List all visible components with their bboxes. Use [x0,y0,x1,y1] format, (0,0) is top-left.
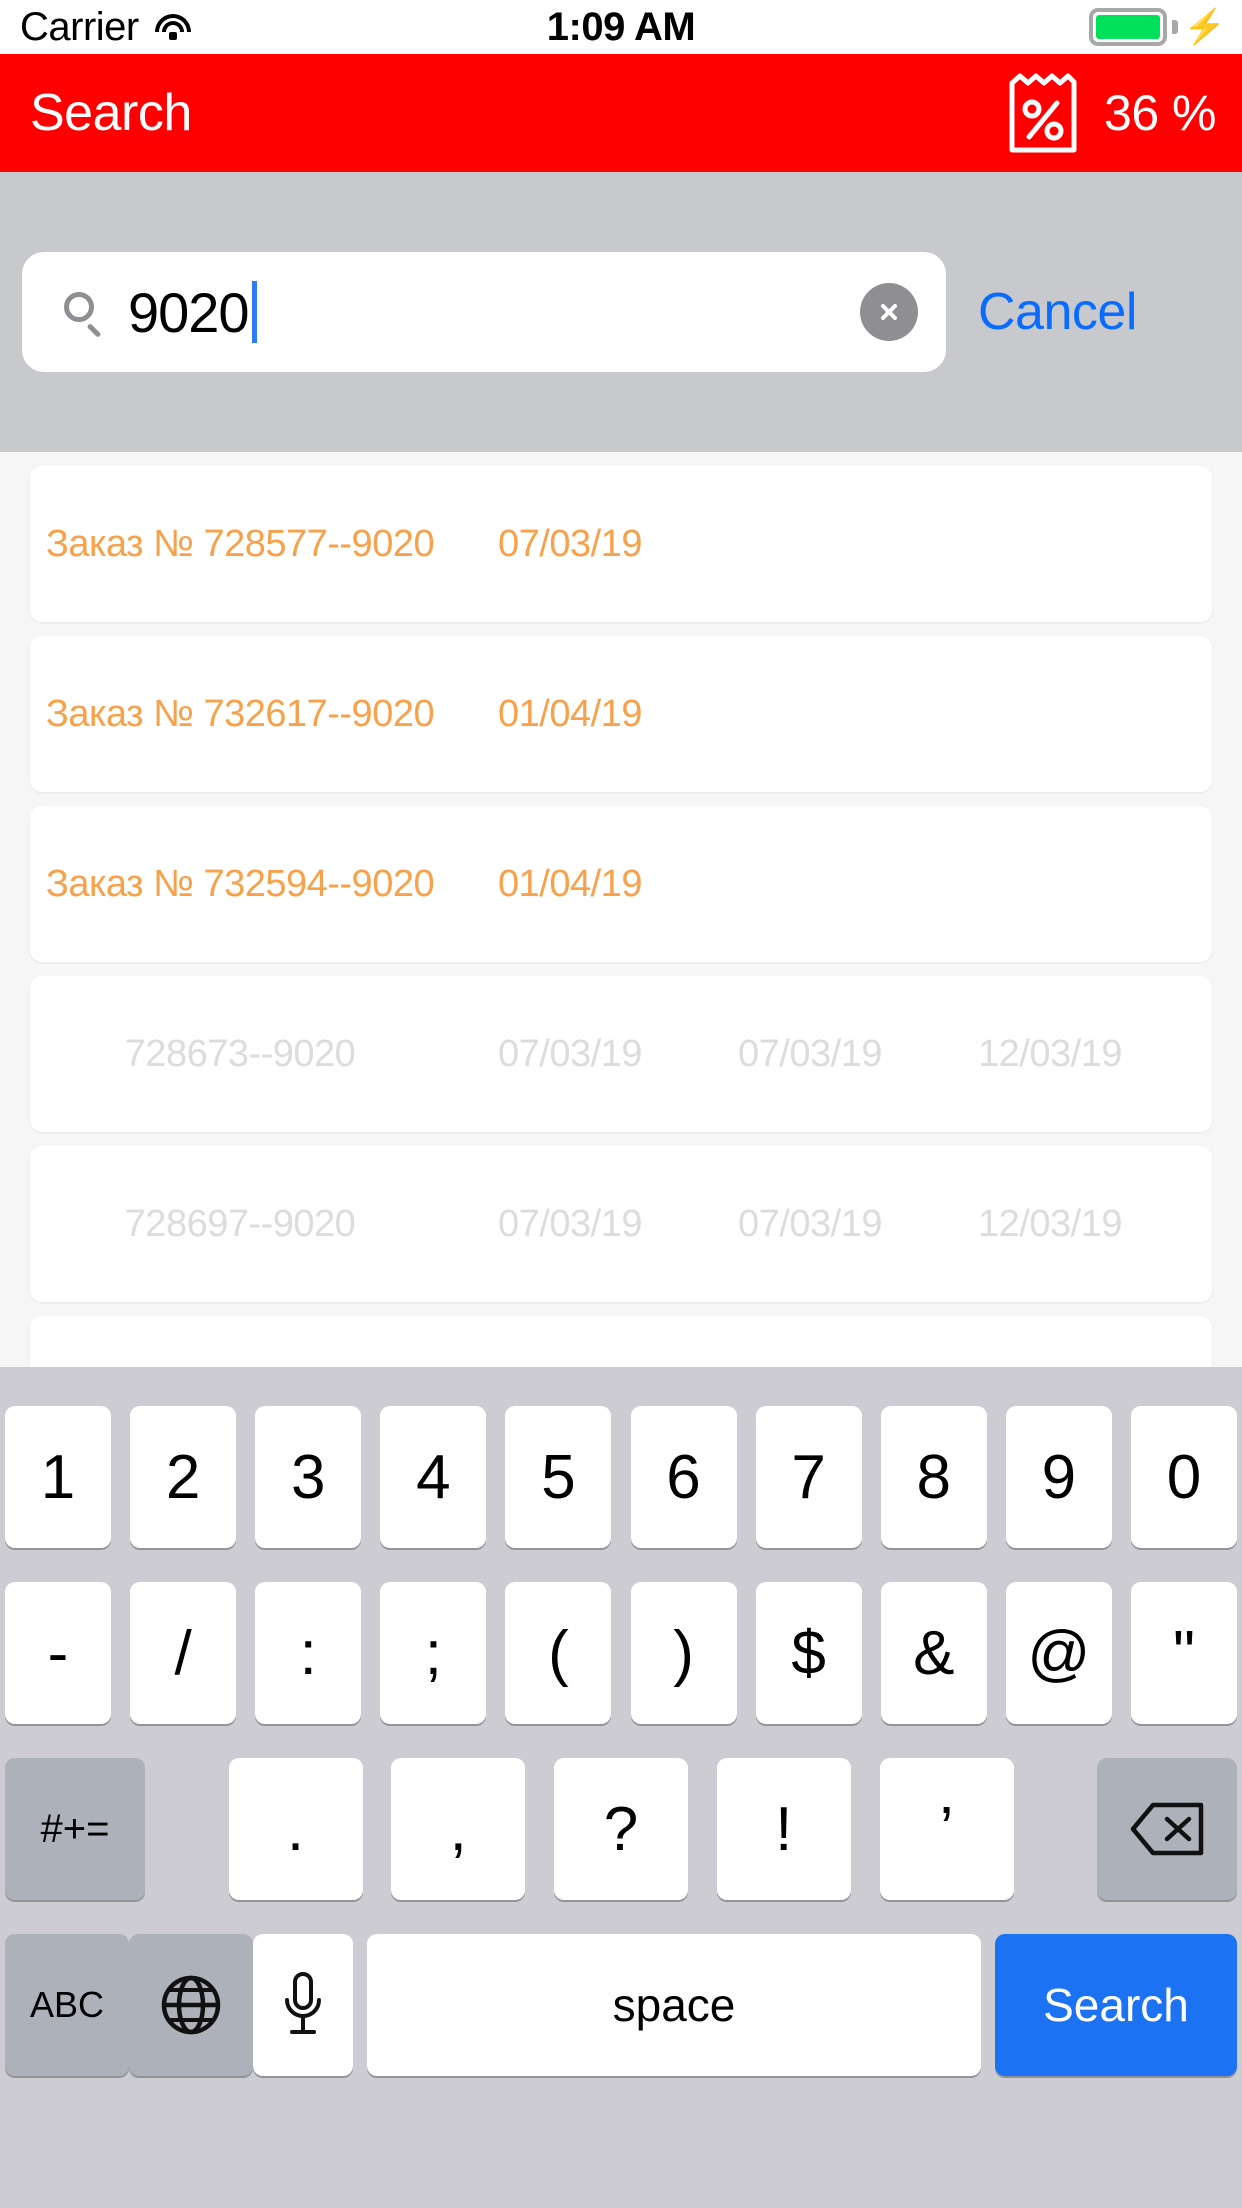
microphone-icon[interactable] [253,1934,353,2076]
key-5[interactable]: 5 [505,1406,612,1548]
key-dollar[interactable]: $ [755,1582,862,1724]
order-number: Заказ № 728577--9020 [45,523,435,565]
on-screen-keyboard[interactable]: 1 2 3 4 5 6 7 8 9 0 - / : ; ( ) $ & @ " … [0,1367,1242,2208]
key-4[interactable]: 4 [380,1406,487,1548]
magnifier-icon [62,290,106,338]
key-9[interactable]: 9 [1005,1406,1112,1548]
text-cursor [251,281,257,343]
key-apostrophe[interactable]: ’ [879,1758,1014,1900]
key-semicolon[interactable]: ; [380,1582,487,1724]
battery-cap-icon [1171,20,1178,34]
search-results-list[interactable]: Заказ № 728577--9020 07/03/19 Заказ № 73… [0,452,1242,1367]
key-paren-open[interactable]: ( [505,1582,612,1724]
table-row[interactable] [30,1316,1212,1367]
status-bar: Carrier 1:09 AM ⚡ [0,0,1242,54]
key-6[interactable]: 6 [630,1406,737,1548]
backspace-icon[interactable] [1097,1758,1237,1900]
key-exclamation[interactable]: ! [716,1758,851,1900]
key-7[interactable]: 7 [755,1406,862,1548]
key-abc[interactable]: ABC [5,1934,129,2076]
search-bar: 9020 Cancel [0,172,1242,452]
keyboard-row-punctuation: #+= . , ? ! ’ [0,1741,1242,1917]
search-input-text: 9020 [128,280,257,345]
order-date: 07/03/19 [738,1202,882,1245]
order-number: 728697--9020 [124,1203,356,1245]
order-date: 07/03/19 [498,522,642,565]
key-double-quote[interactable]: " [1130,1582,1237,1724]
order-number: Заказ № 732594--9020 [45,863,435,905]
key-3[interactable]: 3 [255,1406,362,1548]
table-row[interactable]: 728697--9020 07/03/19 07/03/19 12/03/19 [30,1146,1212,1302]
charging-bolt-icon: ⚡ [1183,8,1226,46]
order-date: 07/03/19 [498,1032,642,1075]
order-date: 01/04/19 [498,862,642,905]
key-hyphen[interactable]: - [5,1582,111,1724]
key-0[interactable]: 0 [1130,1406,1237,1548]
order-date: 07/03/19 [498,1202,642,1245]
globe-icon[interactable] [129,1934,253,2076]
key-space[interactable]: space [367,1934,981,2076]
cancel-button[interactable]: Cancel [978,282,1137,342]
key-2[interactable]: 2 [130,1406,237,1548]
order-number: 728673--9020 [124,1033,356,1075]
search-input[interactable]: 9020 [22,252,946,372]
keyboard-row-bottom: ABC space Search [0,1917,1242,2093]
table-row[interactable]: Заказ № 732594--9020 01/04/19 [30,806,1212,962]
order-number: Заказ № 732617--9020 [45,693,435,735]
search-input-value: 9020 [128,280,250,344]
key-comma[interactable]: , [391,1758,526,1900]
key-1[interactable]: 1 [5,1406,111,1548]
order-date: 01/04/19 [498,692,642,735]
app-screen: Carrier 1:09 AM ⚡ Search 36 % 9020 Cance… [0,0,1242,2208]
key-ampersand[interactable]: & [880,1582,987,1724]
status-bar-right: ⚡ [1088,8,1226,46]
key-paren-close[interactable]: ) [630,1582,737,1724]
clock-label: 1:09 AM [546,4,696,49]
navigation-bar: Search 36 % [0,54,1242,172]
clear-icon[interactable] [860,283,918,341]
table-row[interactable]: Заказ № 732617--9020 01/04/19 [30,636,1212,792]
order-date: 12/03/19 [978,1032,1122,1075]
key-question[interactable]: ? [554,1758,688,1900]
receipt-percent-icon[interactable] [1006,71,1080,155]
key-8[interactable]: 8 [880,1406,987,1548]
discount-percent-label: 36 % [1104,85,1216,141]
key-search[interactable]: Search [995,1934,1237,2076]
page-title: Search [30,84,192,142]
key-at[interactable]: @ [1005,1582,1112,1724]
key-slash[interactable]: / [130,1582,237,1724]
key-colon[interactable]: : [255,1582,362,1724]
keyboard-row-symbols: - / : ; ( ) $ & @ " [0,1565,1242,1741]
table-row[interactable]: Заказ № 728577--9020 07/03/19 [30,466,1212,622]
battery-icon [1088,8,1167,46]
order-date: 07/03/19 [738,1032,882,1075]
key-symbols-shift[interactable]: #+= [5,1758,145,1900]
keyboard-row-numbers: 1 2 3 4 5 6 7 8 9 0 [0,1389,1242,1565]
order-date: 12/03/19 [978,1202,1122,1245]
navigation-bar-right: 36 % [1006,71,1216,155]
key-period[interactable]: . [228,1758,363,1900]
table-row[interactable]: 728673--9020 07/03/19 07/03/19 12/03/19 [30,976,1212,1132]
